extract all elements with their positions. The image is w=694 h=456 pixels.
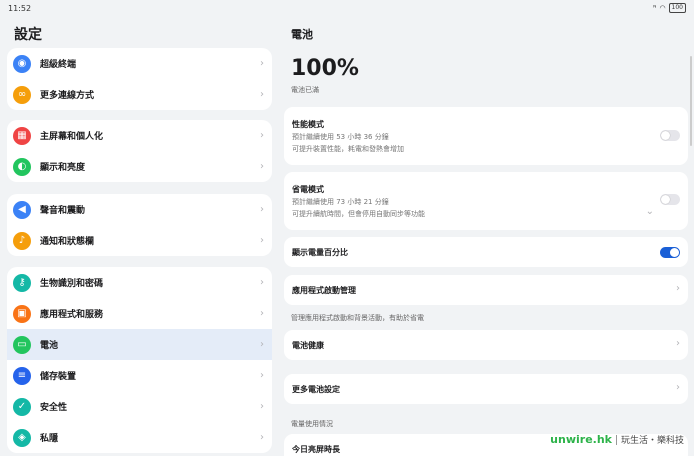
wifi-icon: ◠ xyxy=(659,4,666,12)
power-saving-desc: 可提升續航時間，但會停用自動同步等功能 xyxy=(292,210,425,218)
more-battery-settings-card[interactable]: 更多電池設定 › xyxy=(284,374,688,404)
performance-mode-card: 性能模式 預計繼續使用 53 小時 36 分鐘 可提升裝置性能，耗電和發熱會增加 xyxy=(284,107,688,165)
privacy-icon: ◈ xyxy=(13,428,31,447)
battery-health-card[interactable]: 電池健康 › xyxy=(284,330,688,360)
show-percent-title: 顯示電量百分比 xyxy=(292,248,348,257)
chevron-right-icon: › xyxy=(260,130,264,141)
settings-title: 設定 xyxy=(14,27,42,43)
status-bar: 11:52 ᴺ ◠ 100 xyxy=(0,0,694,16)
app-launch-card[interactable]: 應用程式啟動管理 › xyxy=(284,275,688,305)
watermark-logo: unwire.hk xyxy=(550,433,612,446)
battery-status-icon: 100 xyxy=(668,3,686,13)
chevron-right-icon: › xyxy=(260,370,264,381)
chevron-right-icon: › xyxy=(260,89,264,100)
settings-group-display: ▦ 主屏幕和個人化 › ◐ 顯示和亮度 › xyxy=(7,120,272,182)
chevron-right-icon: › xyxy=(260,277,264,288)
chevron-down-icon[interactable]: ⌄ xyxy=(646,206,654,217)
sidebar-item-apps[interactable]: ▣ 應用程式和服務 › xyxy=(7,298,272,329)
performance-mode-toggle[interactable] xyxy=(660,130,680,141)
sidebar-item-home-screen[interactable]: ▦ 主屏幕和個人化 › xyxy=(7,120,272,151)
clock: 11:52 xyxy=(8,3,32,13)
screen-time-title: 今日亮屏時長 xyxy=(292,445,340,454)
battery-percent: 100% xyxy=(291,56,359,81)
power-saving-title: 省電模式 xyxy=(292,185,324,194)
storage-icon: ≡ xyxy=(13,366,31,385)
performance-mode-desc: 可提升裝置性能，耗電和發熱會增加 xyxy=(292,145,404,153)
chevron-right-icon: › xyxy=(260,204,264,215)
shield-icon: ✓ xyxy=(13,397,31,416)
sidebar-item-notifications[interactable]: ♪ 通知和狀態欄 › xyxy=(7,225,272,256)
battery-detail-pane: 電池 100% 電池已滿 性能模式 預計繼續使用 53 小時 36 分鐘 可提升… xyxy=(278,16,694,456)
show-percent-toggle[interactable] xyxy=(660,247,680,258)
sound-icon: ◀ xyxy=(13,200,31,219)
performance-mode-estimate: 預計繼續使用 53 小時 36 分鐘 xyxy=(292,133,389,141)
super-device-icon: ◉ xyxy=(13,54,31,73)
chevron-right-icon: › xyxy=(260,339,264,350)
chevron-right-icon: › xyxy=(260,58,264,69)
sidebar-item-sound[interactable]: ◀ 聲音和震動 › xyxy=(7,194,272,225)
app-launch-title: 應用程式啟動管理 xyxy=(292,286,356,295)
scrollbar[interactable] xyxy=(690,56,692,146)
more-battery-settings-title: 更多電池設定 xyxy=(292,385,340,394)
home-screen-icon: ▦ xyxy=(13,126,31,145)
battery-icon: ▭ xyxy=(13,335,31,354)
chevron-right-icon: › xyxy=(260,308,264,319)
performance-mode-title: 性能模式 xyxy=(292,120,324,129)
sidebar-item-battery[interactable]: ▭ 電池 › xyxy=(7,329,272,360)
chevron-right-icon: › xyxy=(676,283,680,294)
battery-health-title: 電池健康 xyxy=(292,341,324,350)
settings-group-sound: ◀ 聲音和震動 › ♪ 通知和狀態欄 › xyxy=(7,194,272,256)
power-saving-toggle[interactable] xyxy=(660,194,680,205)
settings-group-system: ⚷ 生物識別和密碼 › ▣ 應用程式和服務 › ▭ 電池 › ≡ 儲存裝置 › … xyxy=(7,267,272,453)
sidebar-item-biometrics[interactable]: ⚷ 生物識別和密碼 › xyxy=(7,267,272,298)
bell-icon: ♪ xyxy=(13,231,31,250)
sidebar-item-super-device[interactable]: ◉ 超級終端 › xyxy=(7,48,272,79)
app-launch-note: 管理應用程式啟動和背景活動，有助於省電 xyxy=(291,314,424,322)
key-icon: ⚷ xyxy=(13,273,31,292)
page-title: 電池 xyxy=(291,28,313,41)
sidebar-item-storage[interactable]: ≡ 儲存裝置 › xyxy=(7,360,272,391)
usage-section-label: 電量使用情況 xyxy=(291,420,333,428)
sidebar-item-display[interactable]: ◐ 顯示和亮度 › xyxy=(7,151,272,182)
link-icon: ∞ xyxy=(13,85,31,104)
sidebar-item-security[interactable]: ✓ 安全性 › xyxy=(7,391,272,422)
watermark: unwire.hk 玩生活・樂科技 xyxy=(550,433,684,446)
power-saving-card: 省電模式 預計繼續使用 73 小時 21 分鐘 可提升續航時間，但會停用自動同步… xyxy=(284,172,688,230)
chevron-right-icon: › xyxy=(260,235,264,246)
battery-status-text: 電池已滿 xyxy=(291,86,319,94)
show-percent-card: 顯示電量百分比 xyxy=(284,237,688,267)
display-icon: ◐ xyxy=(13,157,31,176)
chevron-right-icon: › xyxy=(260,432,264,443)
chevron-right-icon: › xyxy=(260,401,264,412)
chevron-right-icon: › xyxy=(676,338,680,349)
sidebar-item-privacy[interactable]: ◈ 私隱 › xyxy=(7,422,272,453)
apps-icon: ▣ xyxy=(13,304,31,323)
chevron-right-icon: › xyxy=(676,382,680,393)
watermark-slogan: 玩生活・樂科技 xyxy=(620,436,684,446)
settings-group-connectivity: ◉ 超級終端 › ∞ 更多連線方式 › xyxy=(7,48,272,110)
power-saving-estimate: 預計繼續使用 73 小時 21 分鐘 xyxy=(292,198,389,206)
sidebar-item-more-connections[interactable]: ∞ 更多連線方式 › xyxy=(7,79,272,110)
settings-sidebar: 設定 ◉ 超級終端 › ∞ 更多連線方式 › ▦ 主屏幕和個人化 › ◐ 顯示和… xyxy=(0,16,278,456)
nfc-icon: ᴺ xyxy=(653,4,657,12)
chevron-right-icon: › xyxy=(260,161,264,172)
